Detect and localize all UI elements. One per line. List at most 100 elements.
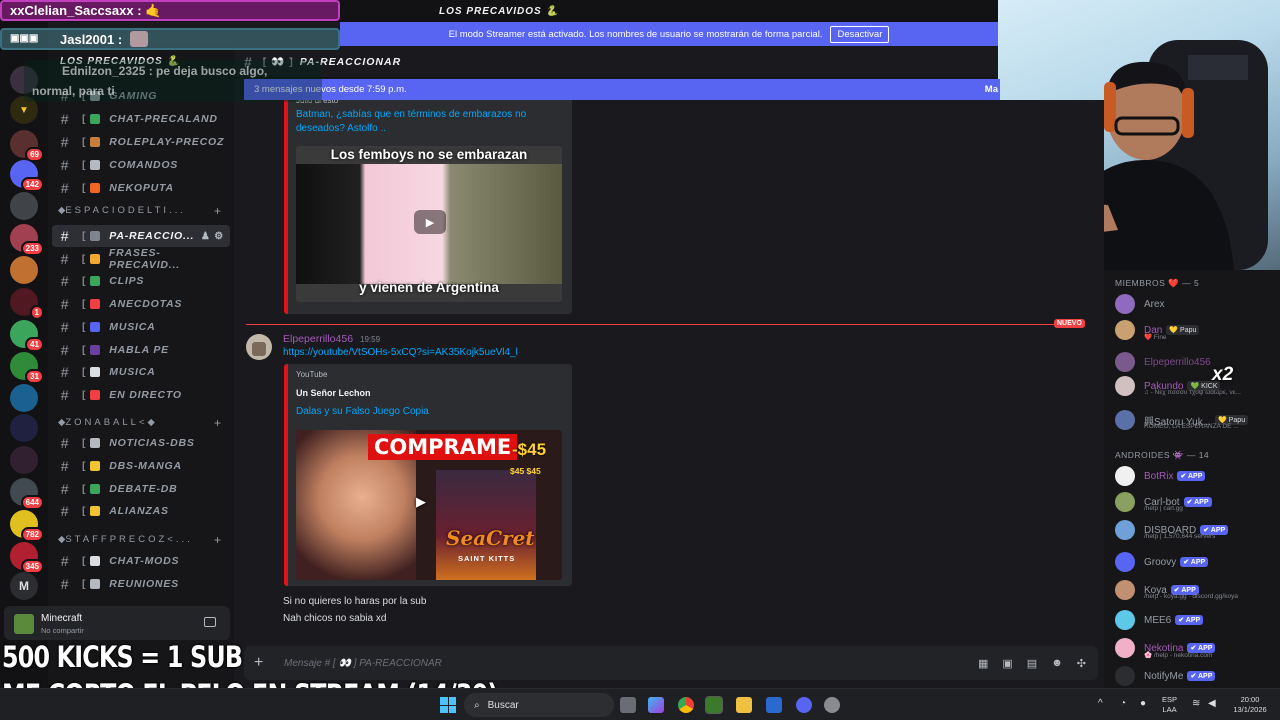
bot-item[interactable]: Nekotina ✔ APP 🌸 /help - nekotina.com: [1115, 636, 1275, 660]
server-icon[interactable]: 233: [10, 224, 44, 256]
server-icon[interactable]: 1: [10, 288, 44, 320]
copilot-icon[interactable]: [648, 697, 664, 713]
apps-icon[interactable]: ✣: [1077, 657, 1086, 670]
channel-item[interactable]: # [ALIANZAS: [52, 500, 230, 522]
channel-item[interactable]: # [COMANDOS: [52, 154, 230, 176]
channel-item[interactable]: # [ANECDOTAS: [52, 293, 230, 315]
member-item[interactable]: Pakundo 💚 KICK ♫ - Nεχ πσσσυ τχυψ ωαωρε, ν…: [1115, 374, 1275, 398]
channel-item[interactable]: # [NEKOPUTA: [52, 177, 230, 199]
server-icon[interactable]: 644: [10, 478, 44, 510]
embed-title[interactable]: Batman, ¿sabías que en términos de embar…: [296, 108, 546, 136]
new-messages-divider: [246, 324, 1084, 325]
bot-item[interactable]: Groovy ✔ APP: [1115, 550, 1275, 574]
bot-item[interactable]: Koya ✔ APP/help - koya.gg · discord.gg/ko…: [1115, 578, 1275, 602]
channel-item[interactable]: # [ROLEPLAY-PRECOZ: [52, 131, 230, 153]
deactivate-button[interactable]: Desactivar: [830, 25, 890, 43]
video-thumbnail[interactable]: COMPRAME -$45 $45 $45 SeaCret SAINT KITT…: [296, 430, 562, 580]
server-icon[interactable]: [10, 384, 38, 412]
wifi-icon[interactable]: ≋: [1192, 699, 1200, 709]
server-icon[interactable]: [10, 192, 38, 220]
channel-bracket: [: [82, 182, 87, 194]
category-header[interactable]: ◆ ZONABALL<◆ +: [58, 416, 221, 430]
channel-item[interactable]: # [PA-REACCIO... ♟ ⚙: [52, 225, 230, 247]
hash-icon: #: [60, 503, 70, 520]
bot-item[interactable]: BotRix ✔ APP: [1115, 464, 1275, 488]
bot-item[interactable]: DISBOARD ✔ APP/help | 1,570,644 servers: [1115, 518, 1275, 542]
store-icon[interactable]: [766, 697, 782, 713]
channel-emoji-icon: [90, 438, 101, 448]
server-icon[interactable]: 345: [10, 542, 44, 574]
screen-share-icon[interactable]: [204, 617, 216, 627]
sticker-icon[interactable]: ▤: [1027, 657, 1037, 670]
add-channel-icon[interactable]: +: [214, 416, 221, 430]
embed-thumbnail[interactable]: Los femboys no se embarazan y vienen de …: [296, 146, 562, 302]
chrome-icon[interactable]: [678, 697, 694, 713]
minecraft-taskbar-icon[interactable]: [705, 696, 723, 714]
channel-item[interactable]: # [NOTICIAS-DBS: [52, 432, 230, 454]
message-input[interactable]: Mensaje # [ 👀 ] PA-REACCIONAR: [284, 658, 442, 669]
server-icon[interactable]: [10, 446, 38, 474]
member-item[interactable]: Elpeperrillo456: [1115, 350, 1275, 374]
chevron-up-icon[interactable]: ^: [1098, 699, 1103, 709]
member-item[interactable]: 興Satoru Yuk... 💛 Papu ROMEO, LA ESPERANZA …: [1115, 408, 1275, 432]
task-view-icon[interactable]: [620, 697, 636, 713]
server-icon[interactable]: 41: [10, 320, 44, 352]
embed-title[interactable]: Dalas y su Falso Juego Copia: [296, 406, 429, 417]
emoji-icon[interactable]: ☻: [1051, 657, 1063, 670]
server-icon[interactable]: 69: [10, 130, 44, 162]
server-icon[interactable]: 31: [10, 352, 44, 384]
bot-item[interactable]: NotifyMe ✔ APP: [1115, 664, 1275, 688]
add-channel-icon[interactable]: +: [214, 204, 221, 218]
bot-item[interactable]: MEE6 ✔ APP: [1115, 608, 1275, 632]
member-item[interactable]: Arex: [1115, 292, 1275, 316]
channel-item[interactable]: # [REUNIONES: [52, 573, 230, 595]
language-indicator[interactable]: ESP LAA: [1162, 695, 1177, 715]
server-icon[interactable]: [10, 414, 38, 442]
channel-item[interactable]: # [DBS-MANGA: [52, 455, 230, 477]
gift-icon[interactable]: ▦: [978, 657, 988, 670]
channel-item[interactable]: # [CHAT-PRECALAND: [52, 108, 230, 130]
embed-channel[interactable]: Un Señor Lechon: [296, 388, 371, 398]
taskbar-search[interactable]: ⌕ Buscar: [464, 693, 614, 717]
avatar: [1115, 466, 1135, 486]
message-link[interactable]: https://youtube/VtSOHs-5xCQ?si=AK35Kojk5…: [283, 347, 518, 358]
server-icon[interactable]: 142: [10, 160, 44, 192]
message-username[interactable]: Elpeperrillo456: [283, 333, 353, 345]
unread-badge: 782: [20, 527, 44, 542]
volume-icon[interactable]: ◀: [1208, 699, 1216, 709]
avatar[interactable]: [246, 334, 272, 360]
member-item[interactable]: Dan 💛 Papu ❤️ Fine: [1115, 318, 1275, 342]
network-icon[interactable]: ◔: [1120, 699, 1126, 709]
channel-item[interactable]: # [CLIPS: [52, 270, 230, 292]
channel-item[interactable]: # [MUSICA: [52, 316, 230, 338]
avatar: [1115, 376, 1135, 396]
gif-icon[interactable]: ▣: [1002, 657, 1012, 670]
channel-item[interactable]: # [EN DIRECTO: [52, 384, 230, 406]
add-channel-icon[interactable]: +: [214, 533, 221, 547]
category-header[interactable]: ◆ ESPACIODELTI... +: [58, 204, 221, 218]
channel-settings-icon[interactable]: ♟ ⚙: [201, 231, 224, 242]
mic-icon[interactable]: ●: [1140, 699, 1146, 709]
windows-start-icon[interactable]: [440, 697, 456, 713]
channel-item[interactable]: # [HABLA PE: [52, 339, 230, 361]
mark-read[interactable]: Ma: [985, 84, 998, 95]
play-icon[interactable]: ▶: [416, 494, 426, 510]
server-icon[interactable]: 782: [10, 510, 44, 542]
server-icon[interactable]: M: [10, 572, 38, 600]
channel-item[interactable]: # [FRASES-PRECAVID...: [52, 247, 230, 271]
new-messages-bar[interactable]: 3 mensajes nuevos desde 7:59 p.m. Ma: [244, 79, 1000, 100]
message-composer[interactable]: + Mensaje # [ 👀 ] PA-REACCIONAR ▦ ▣ ▤ ☻ …: [244, 646, 1098, 680]
server-icon[interactable]: [10, 256, 38, 284]
discord-icon[interactable]: [796, 697, 812, 713]
bot-item[interactable]: Carl-bot ✔ APP/help | carl.gg: [1115, 490, 1275, 514]
app-tag: ✔ APP: [1183, 497, 1212, 507]
channel-item[interactable]: # [CHAT-MODS: [52, 550, 230, 572]
channel-item[interactable]: # [MUSICA: [52, 361, 230, 383]
category-header[interactable]: ◆ STAFFPRECOZ<... +: [58, 533, 221, 547]
add-attachment-icon[interactable]: +: [254, 654, 274, 672]
channel-item[interactable]: # [DEBATE-DB: [52, 478, 230, 500]
app-icon[interactable]: [824, 697, 840, 713]
play-icon[interactable]: ▶: [414, 210, 446, 234]
clock[interactable]: 20:00 13/1/2026: [1226, 695, 1274, 715]
folder-icon[interactable]: [736, 697, 752, 713]
